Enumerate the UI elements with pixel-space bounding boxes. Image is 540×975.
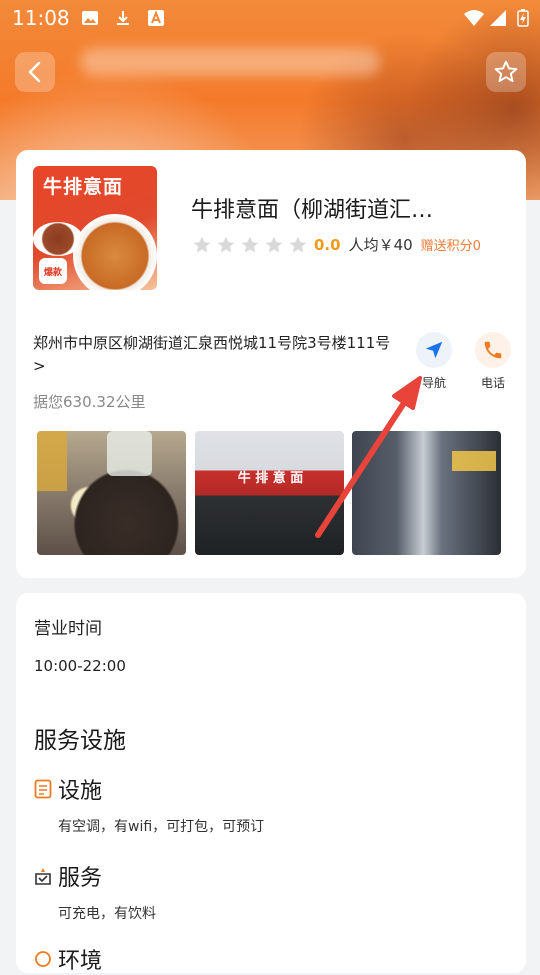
service-title: 服务 — [58, 866, 103, 891]
environment-title: 环境 — [58, 949, 103, 974]
environment-icon — [35, 951, 51, 967]
download-icon — [117, 11, 129, 25]
hours-value: 10:00-22:00 — [34, 657, 126, 675]
rating-score: 0.0 — [314, 235, 341, 254]
shop-poster-image[interactable]: 牛排意面 爆款 — [33, 166, 157, 290]
favorite-button[interactable] — [486, 52, 526, 92]
facility-title: 设施 — [58, 779, 103, 804]
battery-icon — [517, 9, 529, 27]
food-photo[interactable] — [37, 431, 186, 555]
poster-badge: 爆款 — [39, 258, 67, 284]
service-icon — [35, 868, 51, 885]
storefront-photo[interactable]: 牛 排 意 面 — [195, 431, 344, 555]
average-price: 人均￥40 — [348, 236, 413, 254]
navigate-button[interactable]: 导航 — [412, 332, 456, 391]
star-icon — [289, 236, 307, 252]
shop-distance: 据您630.32公里 — [33, 393, 146, 411]
hours-title: 营业时间 — [34, 619, 102, 639]
navigate-label: 导航 — [421, 376, 446, 390]
facility-heading: 设施 — [34, 773, 102, 805]
service-desc: 可充电，有饮料 — [58, 906, 156, 922]
pasta-plate-image — [73, 214, 157, 290]
star-icon — [241, 236, 259, 252]
chevron-left-icon — [28, 61, 41, 83]
bonus-points: 赠送积分0 — [420, 239, 481, 254]
facility-desc: 有空调，有wifi，可打包，可预订 — [58, 819, 265, 835]
wifi-icon — [464, 10, 484, 26]
status-bar: 11:08 — [0, 0, 540, 36]
rating-row: 0.0 人均￥40 赠送积分0 — [192, 234, 481, 255]
interior-photo[interactable] — [352, 431, 501, 555]
star-outline-icon — [494, 60, 518, 82]
services-title: 服务设施 — [34, 728, 126, 754]
signal-icon — [490, 10, 506, 26]
service-heading: 服务 — [34, 860, 102, 892]
shop-address-link[interactable]: 郑州市中原区柳湖街道汇泉西悦城11号院3号楼111号 > — [33, 332, 393, 378]
shop-info-card: 牛排意面 爆款 牛排意面（柳湖街道汇… 0.0 人均￥40 赠送积分0 郑州市中… — [16, 150, 526, 578]
star-icon — [193, 236, 211, 252]
phone-button[interactable]: 电话 — [471, 332, 515, 391]
star-icon — [217, 236, 235, 252]
status-time: 11:08 — [12, 6, 70, 30]
gallery-icon — [82, 11, 98, 25]
font-app-icon — [148, 10, 164, 26]
shop-name: 牛排意面（柳湖街道汇… — [191, 198, 434, 223]
phone-icon — [475, 332, 511, 368]
storefront-sign-text: 牛 排 意 面 — [237, 471, 304, 486]
star-icon — [265, 236, 283, 252]
back-button[interactable] — [15, 52, 55, 92]
shop-details-card: 营业时间 10:00-22:00 服务设施 设施 有空调，有wifi，可打包，可… — [16, 593, 526, 975]
facility-icon — [34, 779, 52, 799]
phone-label: 电话 — [480, 376, 505, 390]
navigation-arrow-icon — [416, 332, 452, 368]
poster-title: 牛排意面 — [43, 176, 124, 198]
environment-heading: 环境 — [34, 943, 102, 975]
